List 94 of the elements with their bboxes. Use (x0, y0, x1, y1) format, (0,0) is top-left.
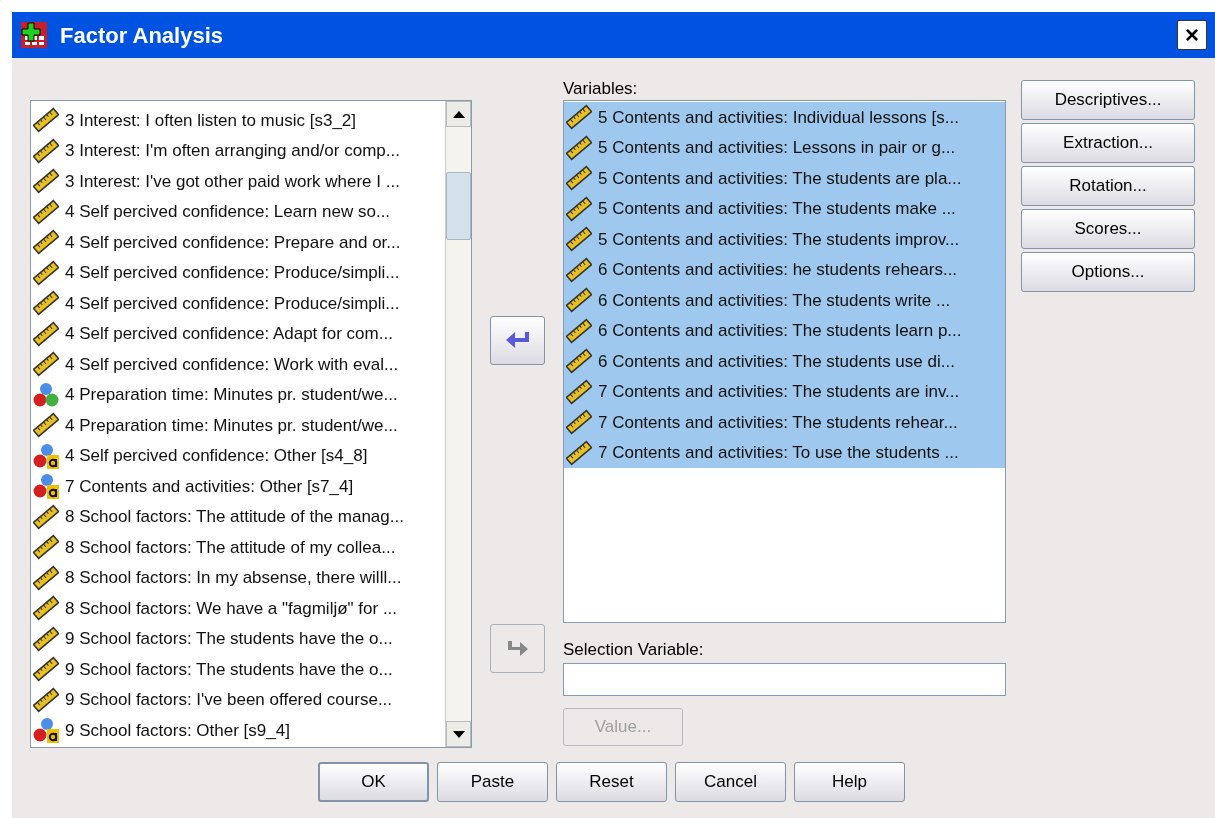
variable-list-item[interactable]: 8 School factors: In my absense, there willl... (31, 562, 445, 593)
window-title: Factor Analysis (60, 21, 224, 50)
variable-label: 3 Interest: I'm often arranging and/or comp... (65, 140, 400, 162)
variable-label: 9 School factors: The students have the o... (65, 658, 393, 681)
variable-label: 5 Contents and activities: The students improv... (598, 228, 960, 251)
variable-label: 7 Contents and activities: The students rehear... (598, 411, 958, 434)
variable-list-item[interactable]: 7 Contents and activities: Other [s7_4] (31, 471, 445, 502)
variable-list-item[interactable]: 5 Contents and activities: The students make ... (564, 193, 1005, 224)
dialog-button[interactable]: Cancel (675, 762, 786, 802)
variable-label: 6 Contents and activities: he students rehears... (598, 259, 958, 281)
vertical-scrollbar[interactable] (445, 101, 471, 747)
variable-label: 4 Preparation time: Minutes pr. student/we... (65, 414, 398, 437)
scroll-down-button[interactable] (446, 721, 471, 747)
variable-list-item[interactable]: 9 School factors: The students have the o... (31, 623, 445, 654)
close-button[interactable]: × (1177, 20, 1207, 50)
variable-list-item[interactable]: 6 Contents and activities: he students rehears... (564, 254, 1005, 285)
variable-list-item[interactable]: 4 Self percived confidence: Work with eval... (31, 349, 445, 380)
variable-list-item[interactable]: 7 Contents and activities: The students rehear... (564, 407, 1005, 438)
variable-list-item[interactable]: 7 Contents and activities: The students are inv... (564, 376, 1005, 407)
variable-list-item[interactable]: 3 Interest: I often listen to music [s3_2] (31, 105, 445, 136)
variable-label: 3 Interest: I've got other paid work where I ... (65, 170, 400, 193)
variable-list-item[interactable]: 4 Self percived confidence: Produce/simpli... (31, 257, 445, 288)
variable-label: 9 School factors: Other [s9_4] (65, 719, 290, 742)
nominal-balls-icon (33, 381, 59, 408)
variable-list-item[interactable]: 8 School factors: The attitude of the manag... (31, 501, 445, 532)
dialog-button[interactable]: Help (794, 762, 905, 802)
variable-list-item[interactable]: 4 Self percived confidence: Prepare and or... (31, 227, 445, 258)
variable-label: 5 Contents and activities: The students are pla... (598, 167, 962, 190)
app-icon (20, 21, 48, 49)
variable-label: 8 School factors: In my absense, there willl... (65, 567, 402, 589)
variable-label: 4 Self percived confidence: Produce/simpli... (65, 292, 400, 315)
move-back-button[interactable] (490, 316, 545, 365)
dialog-option-button[interactable]: Extraction... (1021, 123, 1195, 163)
dialog-button[interactable]: Reset (556, 762, 667, 802)
variable-label: 6 Contents and activities: The students use di... (598, 350, 955, 373)
dialog-button[interactable]: OK (318, 762, 429, 802)
dialog-option-button[interactable]: Scores... (1021, 209, 1195, 249)
variable-list-item[interactable]: 3 Interest: I've got other paid work where I ... (31, 166, 445, 197)
variable-label: 3 Interest: I often listen to music [s3_2] (65, 109, 357, 132)
variable-list-item[interactable]: 3 Interest: I'm often arranging and/or comp... (31, 135, 445, 166)
variable-label: 8 School factors: The attitude of my collea... (65, 536, 396, 559)
variable-label: 5 Contents and activities: Individual lessons [s... (598, 106, 959, 129)
variable-label: 4 Self percived confidence: Work with eval... (65, 353, 399, 376)
variable-label: 7 Contents and activities: The students are inv... (598, 381, 960, 403)
dialog-option-button[interactable]: Rotation... (1021, 166, 1195, 206)
variable-label: 4 Self percived confidence: Prepare and or... (65, 231, 401, 254)
string-variable-icon (33, 717, 59, 744)
variable-label: 4 Self percived confidence: Learn new so... (65, 201, 391, 223)
variable-list-item[interactable]: 5 Contents and activities: Individual lessons [s... (564, 102, 1005, 133)
variable-label: 6 Contents and activities: The students learn p... (598, 320, 962, 342)
variable-label: 4 Self percived confidence: Adapt for com... (65, 323, 393, 345)
variable-list-item[interactable]: 5 Contents and activities: The students improv... (564, 224, 1005, 255)
variable-list-item[interactable]: 9 School factors: I've been offered course... (31, 684, 445, 715)
variable-label: 7 Contents and activities: Other [s7_4] (65, 475, 354, 498)
variable-list-item[interactable]: 8 School factors: We have a "fagmiljø" for ... (31, 593, 445, 624)
scroll-up-button[interactable] (446, 101, 471, 127)
right-arrow-icon (505, 638, 530, 659)
variable-list-item[interactable]: 4 Self percived confidence: Produce/simpli... (31, 288, 445, 319)
up-triangle-icon (452, 110, 465, 118)
variable-list-item[interactable]: 4 Preparation time: Minutes pr. student/we... (31, 410, 445, 441)
variables-label: Variables: (563, 78, 639, 100)
variable-list-item[interactable]: 4 Preparation time: Minutes pr. student/we... (31, 379, 445, 410)
variable-label: 6 Contents and activities: The students write ... (598, 289, 951, 312)
variable-list-item[interactable]: 8 School factors: The attitude of my collea... (31, 532, 445, 563)
variable-label: 8 School factors: We have a "fagmiljø" for ... (65, 597, 398, 620)
variable-label: 7 Contents and activities: To use the students ... (598, 442, 959, 464)
string-variable-icon (33, 442, 59, 469)
variable-list-item[interactable]: 6 Contents and activities: The students learn p... (564, 315, 1005, 346)
variable-list-item[interactable]: 6 Contents and activities: The students use di... (564, 346, 1005, 377)
variable-list-item[interactable]: 7 Contents and activities: To use the students ... (564, 437, 1005, 468)
variable-label: 5 Contents and activities: Lessons in pair or g... (598, 137, 956, 159)
variable-list-item[interactable]: 5 Contents and activities: Lessons in pair or g... (564, 132, 1005, 163)
selection-variable-label: Selection Variable: (563, 639, 705, 661)
down-triangle-icon (452, 730, 465, 738)
variable-label: 4 Self percived confidence: Other [s4_8] (65, 445, 368, 467)
dialog-option-button[interactable]: Options... (1021, 252, 1195, 292)
variable-list-item[interactable]: 5 Contents and activities: The students are pla... (564, 163, 1005, 194)
scroll-thumb[interactable] (446, 172, 471, 240)
selection-variable-field[interactable] (563, 663, 1006, 696)
dialog-option-button[interactable]: Descriptives... (1021, 80, 1195, 120)
variable-label: 8 School factors: The attitude of the manag... (65, 506, 404, 528)
variable-list-item[interactable]: 9 School factors: The students have the o... (31, 654, 445, 685)
variable-label: 5 Contents and activities: The students make ... (598, 198, 956, 220)
string-variable-icon (33, 473, 59, 500)
variable-list-item[interactable]: 4 Self percived confidence: Other [s4_8] (31, 440, 445, 471)
variable-list-item[interactable]: 4 Self percived confidence: Learn new so... (31, 196, 445, 227)
variable-list-item[interactable]: 6 Contents and activities: The students write ... (564, 285, 1005, 316)
dialog-button[interactable]: Paste (437, 762, 548, 802)
variable-label: 9 School factors: I've been offered course... (65, 689, 393, 711)
variable-label: 4 Self percived confidence: Produce/simpli... (65, 262, 400, 284)
variable-label: 9 School factors: The students have the o... (65, 628, 393, 650)
variable-list-item[interactable]: 4 Self percived confidence: Adapt for com... (31, 318, 445, 349)
variable-label: 4 Preparation time: Minutes pr. student/we... (65, 384, 398, 406)
variable-list-item[interactable]: 9 School factors: Other [s9_4] (31, 715, 445, 746)
